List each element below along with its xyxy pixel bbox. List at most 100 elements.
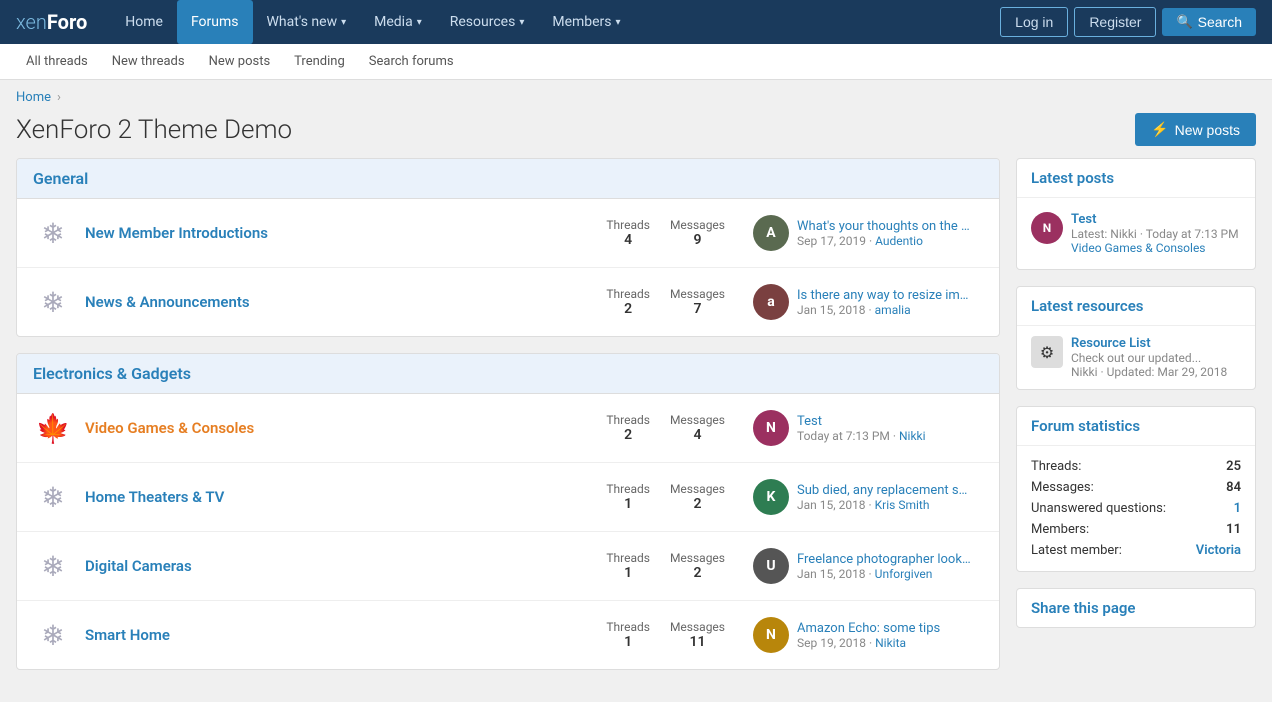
stat-row: Unanswered questions: 1: [1031, 498, 1241, 519]
forum-name[interactable]: Home Theaters & TV: [85, 488, 594, 506]
section-header-electronics: Electronics & Gadgets: [17, 354, 999, 394]
forum-name[interactable]: News & Announcements: [85, 293, 594, 311]
forum-stats: Threads 1 Messages 2: [606, 551, 725, 581]
latest-post-title[interactable]: Test: [1071, 212, 1239, 227]
subnav-new-posts[interactable]: New posts: [199, 44, 281, 80]
latest-user[interactable]: Audentio: [875, 234, 923, 248]
stat-value: 2: [606, 301, 650, 317]
nav-forums[interactable]: Forums: [177, 0, 253, 44]
sub-navigation: All threads New threads New posts Trendi…: [0, 44, 1272, 80]
stat-label: Messages: [670, 620, 725, 634]
stat-messages: Messages 4: [670, 413, 725, 443]
sidebar-latest-resources: Latest resources ⚙ Resource List Check o…: [1016, 286, 1256, 390]
subnav-trending[interactable]: Trending: [284, 44, 355, 80]
latest-user[interactable]: Unforgiven: [875, 567, 933, 581]
latest-meta: Sep 19, 2018 · Nikita: [797, 636, 940, 650]
latest-title[interactable]: Sub died, any replacement sugge...: [797, 483, 972, 498]
leaf-icon: 🍁: [36, 412, 71, 445]
forum-icon: 🍁: [33, 408, 73, 448]
stat-threads: Threads 1: [606, 620, 650, 650]
stat-threads: Threads 2: [606, 287, 650, 317]
stat-value: 1: [606, 565, 650, 581]
subnav-new-threads[interactable]: New threads: [102, 44, 195, 80]
forum-stats: Threads 1 Messages 11: [606, 620, 725, 650]
nav-home[interactable]: Home: [111, 0, 177, 44]
forum-row: ❄ Home Theaters & TV Threads 1 Messages …: [17, 463, 999, 532]
stat-label: Messages: [670, 482, 725, 496]
forum-info: New Member Introductions: [85, 224, 594, 242]
main-content: General ❄ New Member Introductions Threa…: [16, 158, 1000, 686]
resource-meta: Nikki · Updated: Mar 29, 2018: [1071, 365, 1227, 379]
register-button[interactable]: Register: [1074, 7, 1156, 37]
page-title: XenForo 2 Theme Demo: [16, 115, 292, 145]
stat-label: Messages: [670, 287, 725, 301]
forum-name[interactable]: New Member Introductions: [85, 224, 594, 242]
stat-value: 4: [670, 427, 725, 443]
stat-threads: Threads 1: [606, 482, 650, 512]
login-button[interactable]: Log in: [1000, 7, 1068, 37]
logo[interactable]: xenForo: [16, 10, 87, 34]
forum-info: Home Theaters & TV: [85, 488, 594, 506]
breadcrumb: Home ›: [0, 80, 1272, 109]
stat-label: Latest member:: [1031, 543, 1122, 558]
snowflake-icon: ❄: [41, 217, 64, 250]
nav-media[interactable]: Media ▾: [360, 0, 436, 44]
latest-info: Sub died, any replacement sugge... Jan 1…: [797, 483, 972, 512]
latest-title[interactable]: Is there any way to resize images?: [797, 288, 972, 303]
stat-label: Messages: [670, 413, 725, 427]
latest-post-subforum[interactable]: Video Games & Consoles: [1071, 241, 1239, 255]
breadcrumb-home[interactable]: Home: [16, 90, 51, 105]
latest-meta: Jan 15, 2018 · Unforgiven: [797, 567, 972, 581]
stat-row: Messages: 84: [1031, 477, 1241, 498]
stat-value: 9: [670, 232, 725, 248]
forum-name[interactable]: Smart Home: [85, 626, 594, 644]
forum-name[interactable]: Digital Cameras: [85, 557, 594, 575]
forum-latest: K Sub died, any replacement sugge... Jan…: [753, 479, 983, 515]
forum-icon: ❄: [33, 546, 73, 586]
latest-title[interactable]: Test: [797, 414, 926, 429]
latest-user[interactable]: Nikita: [875, 636, 906, 650]
nav-right: Log in Register 🔍 Search: [1000, 7, 1256, 37]
resource-item: ⚙ Resource List Check out our updated...…: [1031, 336, 1241, 379]
stat-label: Messages: [670, 218, 725, 232]
main-nav: Home Forums What's new ▾ Media ▾ Resourc…: [111, 0, 1000, 44]
stat-value: 1: [606, 496, 650, 512]
resource-name[interactable]: Resource List: [1071, 336, 1227, 351]
stat-label: Members:: [1031, 522, 1089, 537]
new-posts-button[interactable]: ⚡ New posts: [1135, 113, 1256, 146]
nav-members[interactable]: Members ▾: [538, 0, 634, 44]
stat-value: 84: [1226, 480, 1241, 495]
resource-icon: ⚙: [1031, 336, 1063, 368]
latest-user[interactable]: Nikki: [899, 429, 926, 443]
stat-row: Threads: 25: [1031, 456, 1241, 477]
latest-user[interactable]: amalia: [875, 303, 911, 317]
forum-section-electronics: Electronics & Gadgets 🍁 Video Games & Co…: [16, 353, 1000, 670]
subnav-all-threads[interactable]: All threads: [16, 44, 98, 80]
nav-whats-new[interactable]: What's new ▾: [253, 0, 361, 44]
latest-title[interactable]: Freelance photographer looking to...: [797, 552, 972, 567]
forum-name-video-games[interactable]: Video Games & Consoles: [85, 419, 594, 437]
latest-user[interactable]: Kris Smith: [875, 498, 930, 512]
stat-label: Threads: [606, 287, 650, 301]
stat-label: Threads: [606, 620, 650, 634]
avatar: A: [753, 215, 789, 251]
snowflake-icon: ❄: [41, 619, 64, 652]
stat-value: 1: [606, 634, 650, 650]
latest-title[interactable]: What's your thoughts on the direc...: [797, 219, 972, 234]
avatar: K: [753, 479, 789, 515]
subnav-search-forums[interactable]: Search forums: [359, 44, 464, 80]
search-button[interactable]: 🔍 Search: [1162, 8, 1256, 36]
forum-info: News & Announcements: [85, 293, 594, 311]
avatar: N: [753, 617, 789, 653]
stat-label: Threads: [606, 482, 650, 496]
forum-latest: N Test Today at 7:13 PM · Nikki: [753, 410, 983, 446]
content-area: General ❄ New Member Introductions Threa…: [0, 158, 1272, 702]
nav-resources[interactable]: Resources ▾: [436, 0, 539, 44]
forum-stats: Threads 4 Messages 9: [606, 218, 725, 248]
forum-info: Smart Home: [85, 626, 594, 644]
stat-threads: Threads 4: [606, 218, 650, 248]
latest-title[interactable]: Amazon Echo: some tips: [797, 621, 940, 636]
stat-messages: Messages 2: [670, 551, 725, 581]
latest-info: Amazon Echo: some tips Sep 19, 2018 · Ni…: [797, 621, 940, 650]
latest-member-link[interactable]: Victoria: [1196, 543, 1241, 558]
